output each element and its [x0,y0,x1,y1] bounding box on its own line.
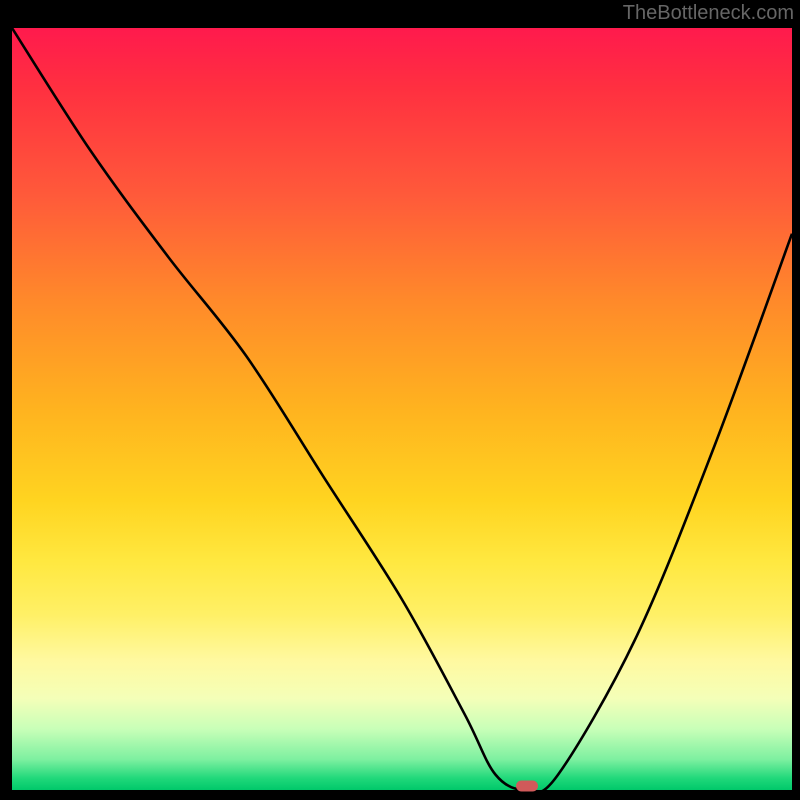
bottleneck-curve-path [12,28,792,790]
watermark-text: TheBottleneck.com [623,2,794,25]
chart-container: TheBottleneck.com [0,0,800,800]
plot-area [10,28,792,792]
optimal-point-marker [516,781,538,792]
curve-svg [12,28,792,790]
